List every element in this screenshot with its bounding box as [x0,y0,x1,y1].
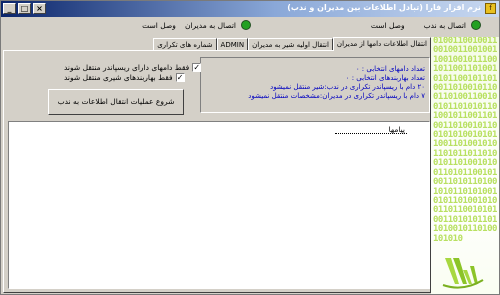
messages-divider [335,133,407,134]
managers-status-led-icon [241,20,251,30]
managers-connection-label: اتصال به مدیران [184,20,236,30]
binary-pattern: 0100110010011001001100100110010010111001… [433,37,497,244]
managers-connection-value: وصل است [142,20,176,30]
tab-panel: تعداد دامهای انتخابی : ۰ تعداد بهاربندها… [3,50,431,293]
info-line-selected-livestock: تعداد دامهای انتخابی : ۰ [355,65,425,73]
info-line-selected-pens: تعداد بهاربندهای انتخابی : ۰ [345,74,425,82]
option-milk-pens-only[interactable]: ✓ فقط بهاربندهای شیری منتقل شوند [64,73,185,82]
app-icon: f [485,3,496,14]
ndb-connection-status: اتصال به ندب وصل است [371,20,481,30]
start-transfer-button[interactable]: شروع عملیات انتقال اطلاعات به ندب [48,89,184,115]
managers-connection-status: اتصال به مدیران وصل است [142,20,251,30]
close-button[interactable]: × [33,3,46,14]
selection-info-box: تعداد دامهای انتخابی : ۰ تعداد بهاربندها… [200,57,430,113]
ndb-connection-value: وصل است [370,20,405,30]
maximize-button[interactable]: □ [18,3,31,14]
window-title: نرم افزار فارا (تبادل اطلاعات بین مدیران… [287,3,481,12]
ndb-status-led-icon [471,20,481,30]
tab-strip: انتقال اطلاعات دامها از مدیران انتقال او… [3,37,431,51]
app-window: _ □ × نرم افزار فارا (تبادل اطلاعات بین … [0,0,500,295]
title-bar[interactable]: _ □ × نرم افزار فارا (تبادل اطلاعات بین … [1,1,499,17]
ndb-connection-label: اتصال به ندب [423,20,466,30]
milk-pens-only-checkbox[interactable]: ✓ [175,73,185,82]
info-line-duplicate-ndb: ۲۰ دام با ریسپاندر تکراری در ندب:شیر منت… [270,83,425,91]
connection-status-bar: اتصال به ندب وصل است اتصال به مدیران وصل… [1,17,499,37]
responder-only-label: فقط دامهای دارای ریسپاندر منتقل شوند [64,63,190,72]
info-line-duplicate-managers: ۷ دام با ریسپاندر تکراری در مدیران:مشخصا… [248,92,425,100]
responder-only-checkbox[interactable]: ✓ [192,63,202,72]
brand-logo-icon [442,258,484,289]
tab-transfer-livestock-data[interactable]: انتقال اطلاعات دامها از مدیران [332,37,431,51]
window-controls: _ □ × [3,3,46,14]
milk-pens-only-label: فقط بهاربندهای شیری منتقل شوند [64,73,173,82]
option-responder-only[interactable]: ✓ فقط دامهای دارای ریسپاندر منتقل شوند [64,63,202,72]
messages-box[interactable]: پیامها [8,121,430,289]
side-banner: 0100110010011001001100100110010010111001… [431,37,499,294]
minimize-button[interactable]: _ [3,3,16,14]
